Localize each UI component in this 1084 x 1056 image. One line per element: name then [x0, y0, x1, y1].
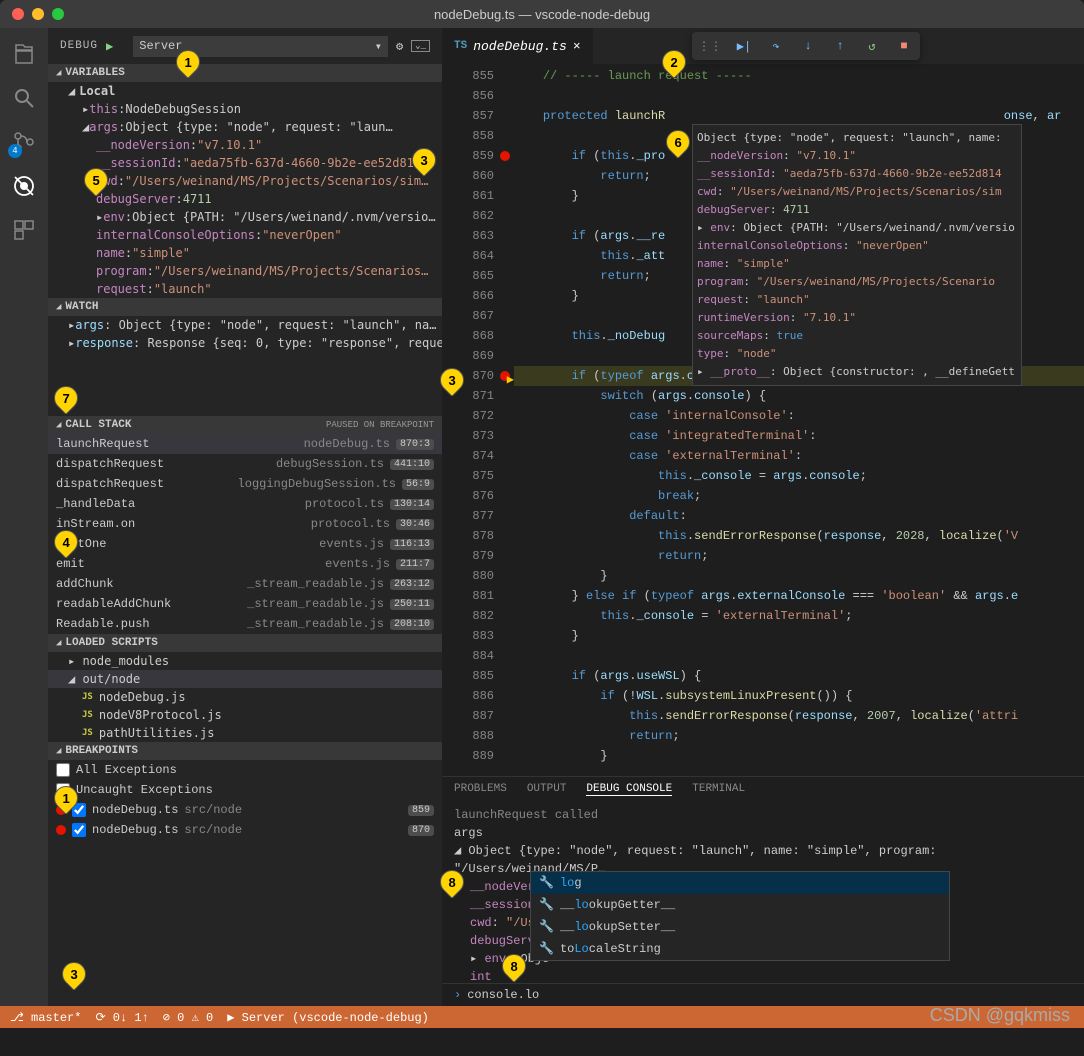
script-pathUtilities.js[interactable]: JSpathUtilities.js	[48, 724, 442, 742]
frame-launchRequest[interactable]: launchRequestnodeDebug.ts870:3	[48, 434, 442, 454]
watch-header[interactable]: ◢WATCH	[48, 298, 442, 316]
debug-icon[interactable]	[10, 172, 38, 200]
drag-handle-icon[interactable]: ⋮⋮	[698, 39, 722, 54]
tab-label: nodeDebug.ts	[473, 39, 567, 54]
explorer-icon[interactable]	[10, 40, 38, 68]
frame-_handleData[interactable]: _handleDataprotocol.ts130:14	[48, 494, 442, 514]
panel-tab-PROBLEMS[interactable]: PROBLEMS	[454, 783, 507, 796]
bp-item[interactable]: nodeDebug.tssrc/node870	[48, 820, 442, 840]
variables-header[interactable]: ◢VARIABLES	[48, 64, 442, 82]
tab-nodedebug[interactable]: TS nodeDebug.ts ×	[442, 28, 593, 64]
debug-console[interactable]: launchRequest calledargs◢ Object {type: …	[442, 802, 1084, 983]
gear-icon[interactable]: ⚙	[396, 39, 403, 54]
callstack-header[interactable]: ◢CALL STACKPAUSED ON BREAKPOINT	[48, 416, 442, 434]
panel-tab-DEBUG CONSOLE[interactable]: DEBUG CONSOLE	[586, 783, 672, 796]
step-over-icon[interactable]: ↷	[766, 36, 786, 56]
scm-badge: 4	[8, 144, 22, 158]
frame-inStream.on[interactable]: inStream.onprotocol.ts30:46	[48, 514, 442, 534]
panel-tab-TERMINAL[interactable]: TERMINAL	[692, 783, 745, 796]
debug-config-select[interactable]: Server▾	[133, 36, 388, 57]
window-title: nodeDebug.ts — vscode-node-debug	[434, 7, 650, 22]
restart-icon[interactable]: ↺	[862, 36, 882, 56]
debug-toolbar[interactable]: ⋮⋮ ▶| ↷ ↓ ↑ ↺ ■	[692, 32, 920, 60]
activity-bar: 4	[0, 28, 48, 1006]
var-program[interactable]: program: "/Users/weinand/MS/Projects/Sce…	[48, 262, 442, 280]
status-bar: ⎇ master* ⟳ 0↓ 1↑ ⊘ 0 ⚠ 0 ▶ Server (vsco…	[0, 1006, 1084, 1028]
continue-icon[interactable]: ▶|	[734, 36, 754, 56]
frame-readableAddChunk[interactable]: readableAddChunk_stream_readable.js250:1…	[48, 594, 442, 614]
frame-addChunk[interactable]: addChunk_stream_readable.js263:12	[48, 574, 442, 594]
scope-local[interactable]: ◢Local	[48, 82, 442, 100]
var-debugServer[interactable]: debugServer: 4711	[48, 190, 442, 208]
line-gutter[interactable]: 8558568578588598608618628638648658668678…	[442, 64, 514, 776]
var-name[interactable]: name: "simple"	[48, 244, 442, 262]
step-into-icon[interactable]: ↓	[798, 36, 818, 56]
sidebar-title: DEBUG	[60, 40, 98, 52]
error-count[interactable]: ⊘ 0 ⚠ 0	[163, 1010, 213, 1025]
extensions-icon[interactable]	[10, 216, 38, 244]
bp-all-ex[interactable]: All Exceptions	[48, 760, 442, 780]
watch-args[interactable]: ▸ args: Object {type: "node", request: "…	[48, 316, 442, 334]
var-internalConsoleOptions[interactable]: internalConsoleOptions: "neverOpen"	[48, 226, 442, 244]
var-__sessionId[interactable]: __sessionId: "aeda75fb-637d-4660-9b2e-ee…	[48, 154, 442, 172]
script-nodeV8Protocol.js[interactable]: JSnodeV8Protocol.js	[48, 706, 442, 724]
step-out-icon[interactable]: ↑	[830, 36, 850, 56]
var-__nodeVersion[interactable]: __nodeVersion: "v7.10.1"	[48, 136, 442, 154]
debug-hover: Object {type: "node", request: "launch",…	[692, 124, 1022, 386]
bp-item[interactable]: nodeDebug.tssrc/node859	[48, 800, 442, 820]
var-this[interactable]: ▸ this: NodeDebugSession	[48, 100, 442, 118]
bottom-panel: PROBLEMS OUTPUT DEBUG CONSOLE TERMINAL laun…	[442, 776, 1084, 1006]
frame-emitOne[interactable]: emitOneevents.js116:13	[48, 534, 442, 554]
script-nodeDebug.js[interactable]: JSnodeDebug.js	[48, 688, 442, 706]
panel-tab-OUTPUT[interactable]: OUTPUT	[527, 783, 567, 796]
frame-dispatchRequest[interactable]: dispatchRequestloggingDebugSession.ts56:…	[48, 474, 442, 494]
script-out/node[interactable]: ◢ out/node	[48, 670, 442, 688]
intelli-log[interactable]: 🔧log	[531, 872, 949, 894]
search-icon[interactable]	[10, 84, 38, 112]
bp-uncaught-ex[interactable]: Uncaught Exceptions	[48, 780, 442, 800]
console-input[interactable]: › console.lo	[442, 983, 1084, 1006]
intelli-__lookupSetter__[interactable]: 🔧__lookupSetter__	[531, 916, 949, 938]
frame-Readable.push[interactable]: Readable.push_stream_readable.js208:10	[48, 614, 442, 634]
scm-icon[interactable]: 4	[10, 128, 38, 156]
minimize-window[interactable]	[32, 8, 44, 20]
frame-dispatchRequest[interactable]: dispatchRequestdebugSession.ts441:10	[48, 454, 442, 474]
loaded-header[interactable]: ◢LOADED SCRIPTS	[48, 634, 442, 652]
launch-status[interactable]: ▶ Server (vscode-node-debug)	[227, 1010, 429, 1025]
intellisense-popup[interactable]: 🔧log🔧__lookupGetter__🔧__lookupSetter__🔧t…	[530, 871, 950, 961]
maximize-window[interactable]	[52, 8, 64, 20]
intelli-__lookupGetter__[interactable]: 🔧__lookupGetter__	[531, 894, 949, 916]
git-branch[interactable]: ⎇ master*	[10, 1010, 81, 1025]
ts-file-icon: TS	[454, 40, 467, 52]
close-tab-icon[interactable]: ×	[573, 39, 581, 54]
close-window[interactable]	[12, 8, 24, 20]
titlebar: nodeDebug.ts — vscode-node-debug	[0, 0, 1084, 28]
frame-emit[interactable]: emitevents.js211:7	[48, 554, 442, 574]
intelli-toLocaleString[interactable]: 🔧toLocaleString	[531, 938, 949, 960]
watermark: CSDN @gqkmiss	[930, 1005, 1070, 1026]
stop-icon[interactable]: ■	[894, 36, 914, 56]
start-debug-icon[interactable]: ▶	[106, 39, 113, 54]
console-icon[interactable]: ⌄_	[411, 40, 430, 52]
var-args[interactable]: ◢ args: Object {type: "node", request: "…	[48, 118, 442, 136]
var-request[interactable]: request: "launch"	[48, 280, 442, 298]
breakpoints-header[interactable]: ◢BREAKPOINTS	[48, 742, 442, 760]
watch-response[interactable]: ▸ response: Response {seq: 0, type: "res…	[48, 334, 442, 352]
var-env[interactable]: ▸ env: Object {PATH: "/Users/weinand/.nv…	[48, 208, 442, 226]
sync-status[interactable]: ⟳ 0↓ 1↑	[95, 1010, 148, 1025]
script-node_modules[interactable]: ▸ node_modules	[48, 652, 442, 670]
